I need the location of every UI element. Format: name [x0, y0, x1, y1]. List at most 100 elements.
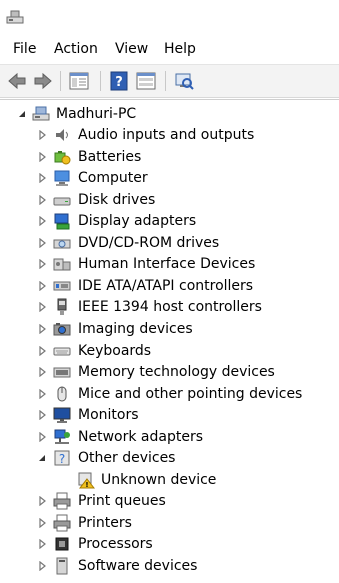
collapsed-chevron-icon[interactable] [37, 302, 47, 313]
tree-node[interactable]: Software devices [0, 556, 339, 576]
device-manager-icon [6, 10, 24, 24]
tree-node[interactable]: Human Interface Devices [0, 254, 339, 274]
collapsed-chevron-icon[interactable] [37, 194, 47, 205]
printer-icon [53, 514, 71, 532]
title-bar [0, 0, 339, 34]
tree-node[interactable]: Disk drives [0, 190, 339, 210]
tree-node-label: Disk drives [78, 191, 156, 208]
collapsed-chevron-icon[interactable] [37, 517, 47, 528]
collapsed-chevron-icon[interactable] [37, 345, 47, 356]
battery-icon [54, 150, 71, 165]
tree-node[interactable]: Printers [0, 513, 339, 533]
tree-node[interactable]: Memory technology devices [0, 362, 339, 382]
tree-node[interactable]: ! Unknown device [0, 470, 339, 490]
svg-text:!: ! [85, 481, 88, 489]
unknown-device-icon: ? [54, 450, 70, 466]
properties-pane-icon[interactable] [135, 70, 157, 92]
ide-controller-icon [53, 281, 71, 291]
tree-node-label: Processors [78, 536, 153, 553]
tree-node[interactable]: Imaging devices [0, 319, 339, 339]
tree-node-label: DVD/CD-ROM drives [78, 234, 220, 251]
disk-drive-icon [53, 197, 71, 206]
collapsed-chevron-icon[interactable] [37, 173, 47, 184]
tree-node-label: Batteries [78, 148, 142, 165]
collapsed-chevron-icon[interactable] [37, 539, 47, 550]
collapsed-chevron-icon[interactable] [37, 388, 47, 399]
tree-node-label: Memory technology devices [78, 364, 275, 381]
keyboard-icon [53, 347, 71, 355]
scan-hardware-icon[interactable] [173, 70, 195, 92]
expanded-chevron-icon[interactable] [17, 109, 27, 119]
memory-card-icon [53, 367, 71, 378]
menu-file[interactable]: File [13, 41, 36, 57]
tree-node[interactable]: IDE ATA/ATAPI controllers [0, 276, 339, 296]
forward-arrow-icon[interactable] [32, 70, 54, 92]
tree-root-label: Madhuri-PC [56, 106, 137, 122]
collapsed-chevron-icon[interactable] [37, 280, 47, 291]
collapsed-chevron-icon[interactable] [37, 151, 47, 162]
svg-text:?: ? [59, 452, 65, 466]
tree-node-label: Human Interface Devices [78, 256, 256, 273]
tree-node-label: Print queues [78, 493, 166, 510]
collapsed-chevron-icon[interactable] [37, 323, 47, 334]
camera-icon [53, 322, 71, 336]
tree-node-label: Monitors [78, 407, 139, 424]
tree-node[interactable]: Network adapters [0, 427, 339, 447]
processor-icon [55, 537, 69, 551]
collapsed-chevron-icon[interactable] [37, 431, 47, 442]
tree-node[interactable]: Print queues [0, 491, 339, 511]
tree-node[interactable]: Mice and other pointing devices [0, 384, 339, 404]
tree-node[interactable]: Keyboards [0, 341, 339, 361]
tree-node[interactable]: Audio inputs and outputs [0, 125, 339, 145]
monitor-icon [53, 407, 71, 424]
tree-node[interactable]: Monitors [0, 405, 339, 425]
computer-icon [54, 170, 70, 187]
speaker-icon [56, 129, 68, 141]
tree-node[interactable]: Processors [0, 534, 339, 554]
hid-icon [53, 258, 71, 271]
tree-node-label: Software devices [78, 558, 198, 574]
show-hide-console-tree-icon[interactable] [68, 70, 90, 92]
mouse-icon [57, 386, 67, 402]
collapsed-chevron-icon[interactable] [37, 216, 47, 227]
help-icon[interactable]: ? [108, 70, 130, 92]
tree-root[interactable]: Madhuri-PC [0, 104, 339, 124]
menu-view[interactable]: View [115, 41, 148, 57]
firewire-icon [57, 298, 67, 316]
tree-node[interactable]: IEEE 1394 host controllers [0, 297, 339, 317]
tree-node[interactable]: Display adapters [0, 211, 339, 231]
tree-node-label: Other devices [78, 450, 176, 467]
tree-node-label: Display adapters [78, 213, 197, 230]
dvd-drive-icon [53, 239, 71, 249]
tree-node-label: Network adapters [78, 428, 203, 445]
back-arrow-icon[interactable] [6, 70, 28, 92]
menu-bar: File Action View Help [0, 36, 339, 62]
tree-node-label: Computer [78, 170, 148, 187]
device-tree: Madhuri-PC Audio inputs and outputs Batte… [0, 99, 339, 583]
display-adapter-icon [54, 213, 70, 230]
tree-node-label: Audio inputs and outputs [78, 127, 255, 143]
warning-device-icon: ! [78, 472, 95, 489]
svg-text:?: ? [115, 75, 123, 90]
collapsed-chevron-icon[interactable] [37, 561, 47, 571]
printer-icon [53, 492, 71, 510]
menu-help[interactable]: Help [164, 41, 196, 57]
collapsed-chevron-icon[interactable] [37, 259, 47, 270]
tree-node-label: Keyboards [78, 342, 152, 359]
tree-node-label: Unknown device [101, 471, 217, 488]
collapsed-chevron-icon[interactable] [37, 496, 47, 507]
tree-node[interactable]: ? Other devices [0, 448, 339, 468]
expanded-chevron-icon[interactable] [37, 453, 47, 463]
collapsed-chevron-icon[interactable] [37, 367, 47, 378]
tree-node[interactable]: DVD/CD-ROM drives [0, 233, 339, 253]
collapsed-chevron-icon[interactable] [37, 130, 47, 140]
tree-node[interactable]: Computer [0, 168, 339, 188]
menu-action[interactable]: Action [54, 41, 98, 57]
collapsed-chevron-icon[interactable] [37, 410, 47, 421]
tree-node-label: Imaging devices [78, 320, 193, 337]
network-icon [54, 429, 70, 444]
collapsed-chevron-icon[interactable] [37, 237, 47, 248]
tree-node-label: IEEE 1394 host controllers [78, 299, 262, 316]
tree-node-label: IDE ATA/ATAPI controllers [78, 277, 254, 294]
tree-node[interactable]: Batteries [0, 147, 339, 167]
